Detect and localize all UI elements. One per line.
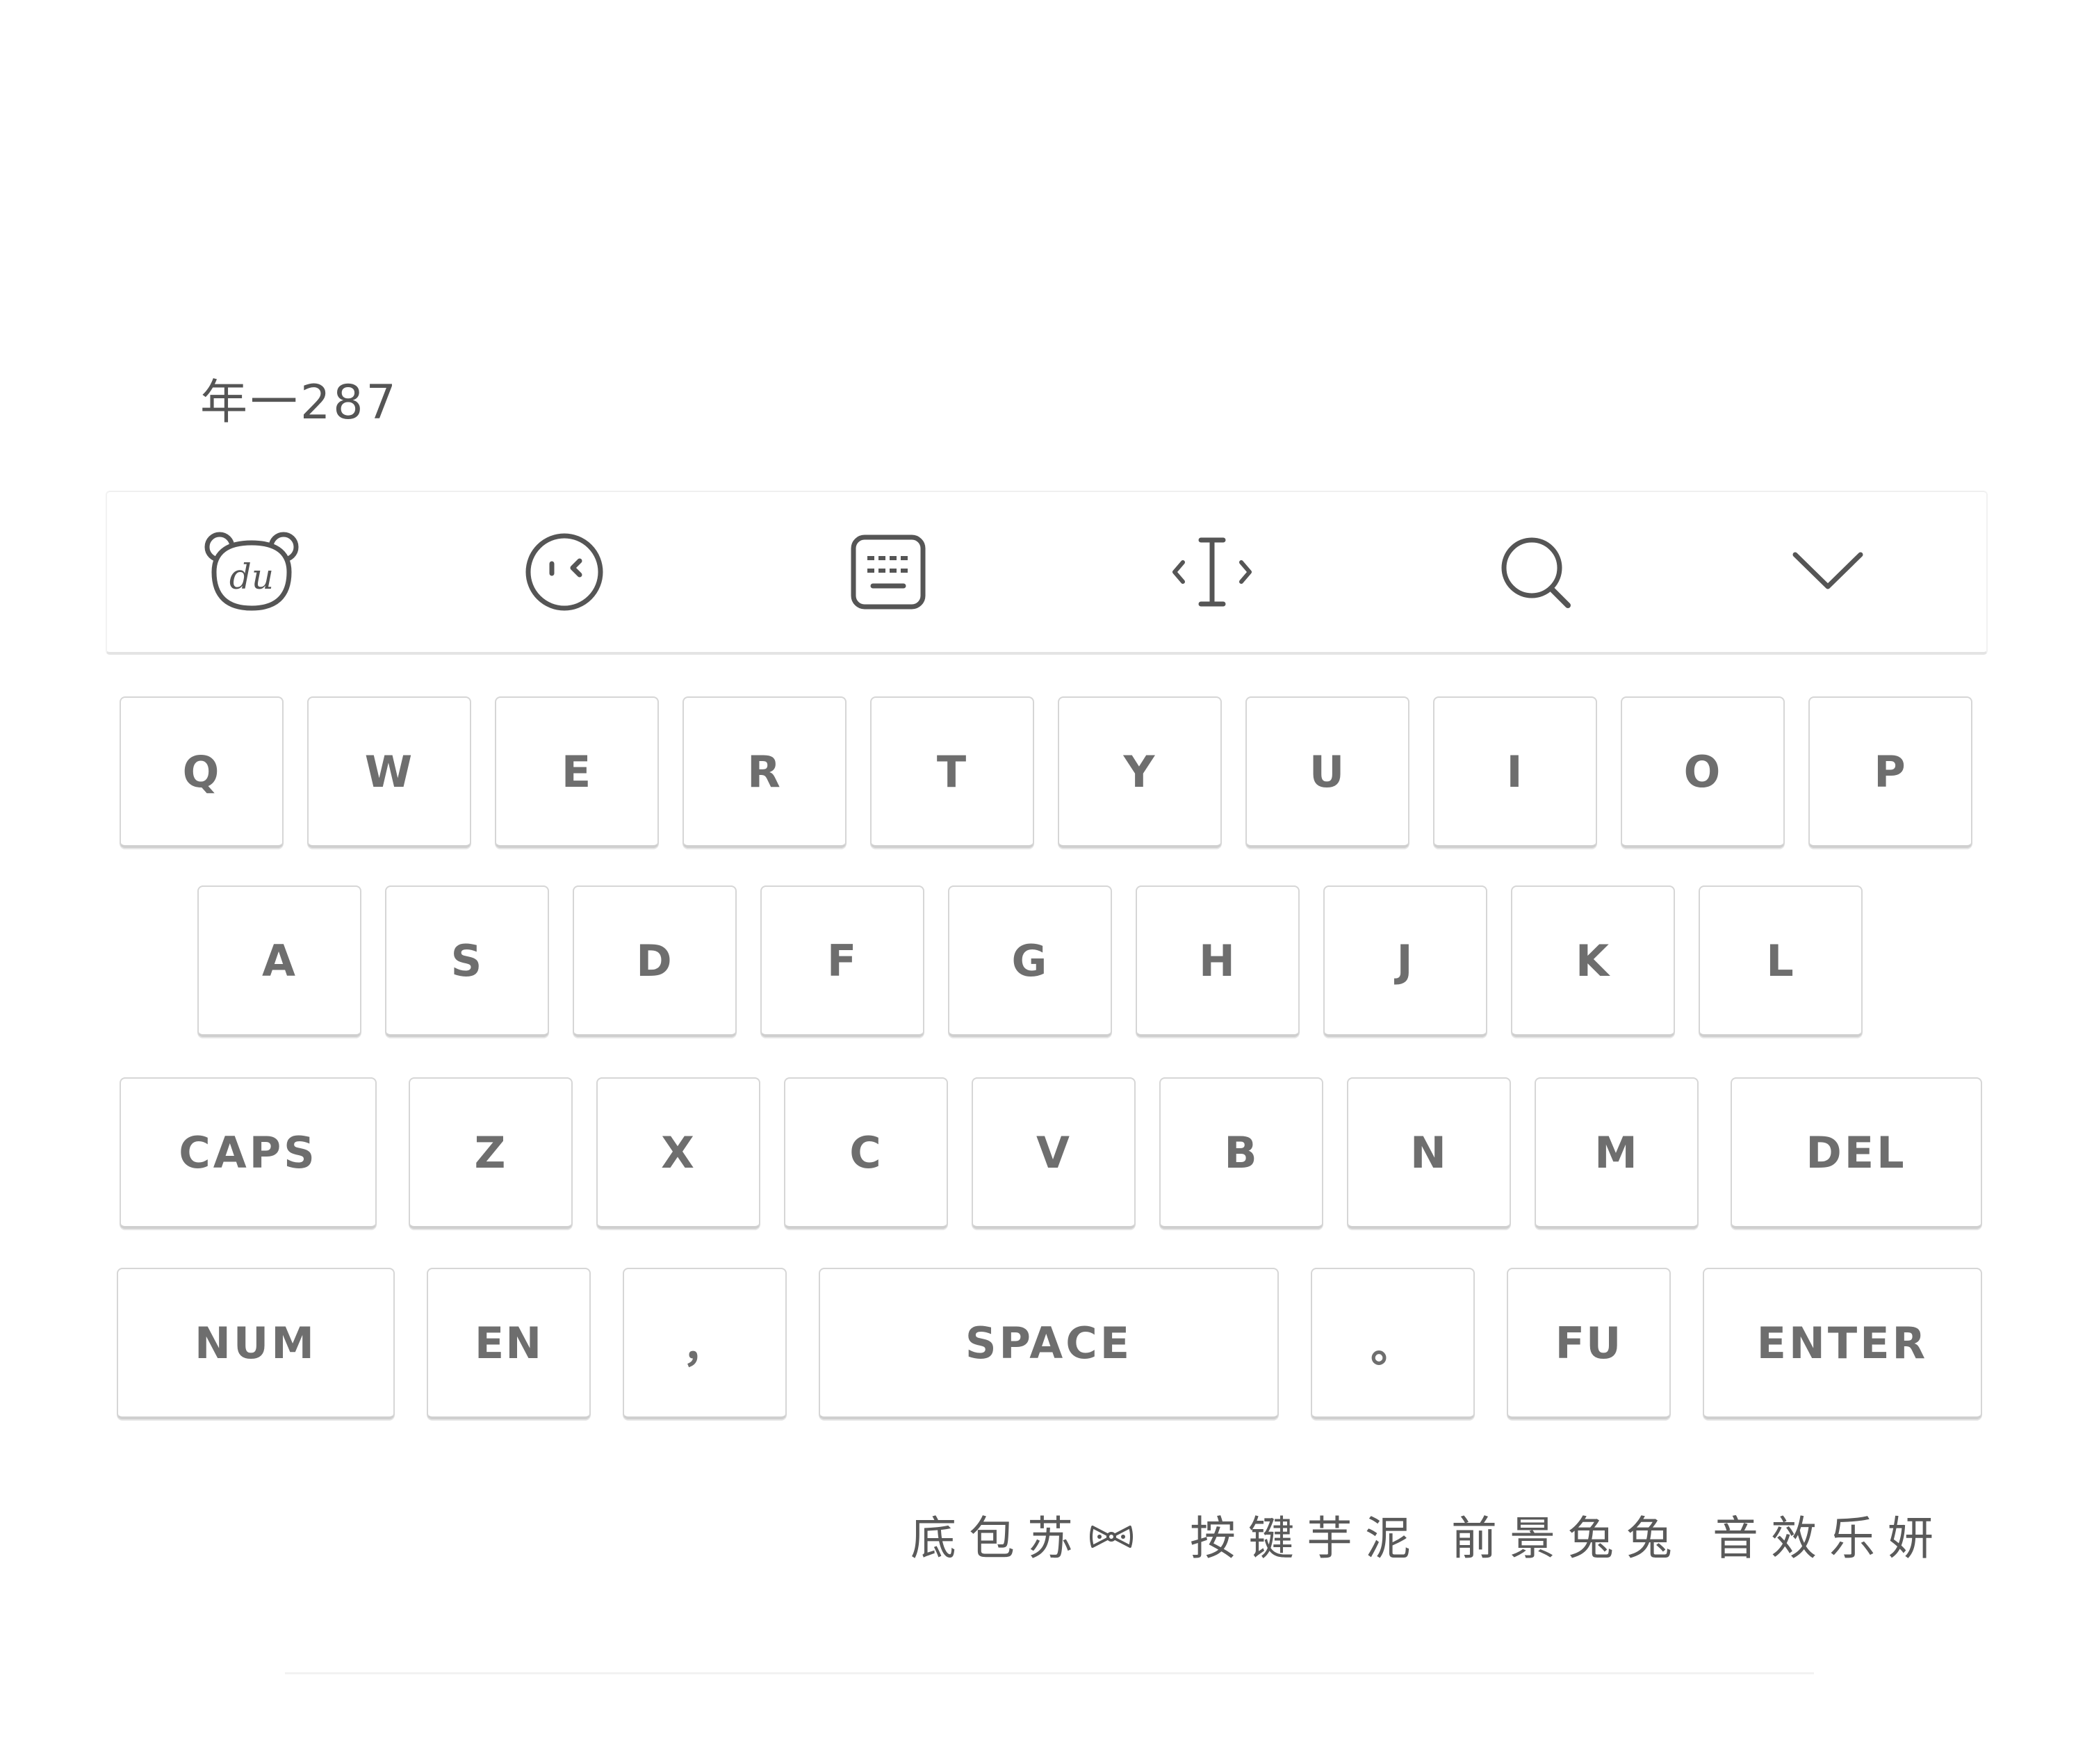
key-l[interactable]: L bbox=[1699, 885, 1863, 1037]
key-p[interactable]: P bbox=[1808, 696, 1972, 848]
key-q[interactable]: Q bbox=[120, 696, 284, 848]
keyboard-icon bbox=[849, 533, 927, 611]
key-k[interactable]: K bbox=[1511, 885, 1675, 1037]
key-d[interactable]: D bbox=[573, 885, 737, 1037]
bottom-divider bbox=[285, 1672, 1814, 1674]
du-bear-logo-button[interactable]: du bbox=[199, 520, 304, 624]
key-num[interactable]: NUM bbox=[117, 1268, 395, 1419]
key-n[interactable]: N bbox=[1347, 1077, 1511, 1229]
key-fu[interactable]: FU bbox=[1507, 1268, 1671, 1419]
key-v[interactable]: V bbox=[972, 1077, 1136, 1229]
key-i[interactable]: I bbox=[1433, 696, 1597, 848]
key-u[interactable]: U bbox=[1245, 696, 1409, 848]
search-button[interactable] bbox=[1484, 520, 1588, 624]
chevron-down-icon bbox=[1790, 548, 1866, 596]
key-c[interactable]: C bbox=[784, 1077, 948, 1229]
key-e[interactable]: E bbox=[495, 696, 659, 848]
key-s[interactable]: S bbox=[385, 885, 549, 1037]
search-icon bbox=[1497, 533, 1575, 611]
credit-base: 底包苏 bbox=[910, 1501, 1162, 1568]
key-en[interactable]: EN bbox=[427, 1268, 591, 1419]
key-a[interactable]: A bbox=[197, 885, 361, 1037]
keyboard-layout-button[interactable] bbox=[836, 520, 940, 624]
key-f[interactable]: F bbox=[760, 885, 924, 1037]
skin-credits: 底包苏 按键芋泥 前景兔兔 音效乐妍 bbox=[910, 1501, 1946, 1568]
key-m[interactable]: M bbox=[1535, 1077, 1699, 1229]
key-space[interactable]: SPACE bbox=[819, 1268, 1279, 1419]
emoji-button[interactable] bbox=[512, 520, 616, 624]
candidate-text: 年一287 bbox=[200, 375, 399, 430]
key-r[interactable]: R bbox=[682, 696, 847, 848]
key-w[interactable]: W bbox=[307, 696, 471, 848]
cursor-move-icon bbox=[1169, 533, 1255, 611]
key-del[interactable]: DEL bbox=[1731, 1077, 1982, 1229]
key-x[interactable]: X bbox=[596, 1077, 760, 1229]
key-enter[interactable]: ENTER bbox=[1703, 1268, 1982, 1419]
key-j[interactable]: J bbox=[1323, 885, 1487, 1037]
key-caps[interactable]: CAPS bbox=[120, 1077, 377, 1229]
cursor-move-button[interactable] bbox=[1160, 520, 1264, 624]
emoji-face-icon bbox=[524, 532, 605, 612]
credit-sound: 音效乐妍 bbox=[1712, 1512, 1946, 1565]
key-h[interactable]: H bbox=[1136, 885, 1300, 1037]
key-comma[interactable]: ， bbox=[623, 1268, 787, 1419]
credit-foreground: 前景兔兔 bbox=[1451, 1512, 1685, 1565]
du-bear-logo-icon: du bbox=[203, 530, 300, 614]
bow-tie-icon bbox=[1088, 1508, 1134, 1562]
credit-keys: 按键芋泥 bbox=[1190, 1512, 1423, 1565]
key-o[interactable]: O bbox=[1621, 696, 1785, 848]
svg-text:du: du bbox=[229, 557, 274, 597]
key-b[interactable]: B bbox=[1159, 1077, 1323, 1229]
key-z[interactable]: Z bbox=[409, 1077, 573, 1229]
keyboard-toolbar: du bbox=[106, 491, 1988, 655]
collapse-keyboard-button[interactable] bbox=[1776, 520, 1880, 624]
key-g[interactable]: G bbox=[948, 885, 1112, 1037]
key-period[interactable]: 。 bbox=[1311, 1268, 1475, 1419]
keyboard-skin-canvas: 年一287 du Q W E R T Y U I O P A S D F G H… bbox=[0, 0, 2085, 1764]
key-t[interactable]: T bbox=[870, 696, 1034, 848]
key-y[interactable]: Y bbox=[1058, 696, 1222, 848]
